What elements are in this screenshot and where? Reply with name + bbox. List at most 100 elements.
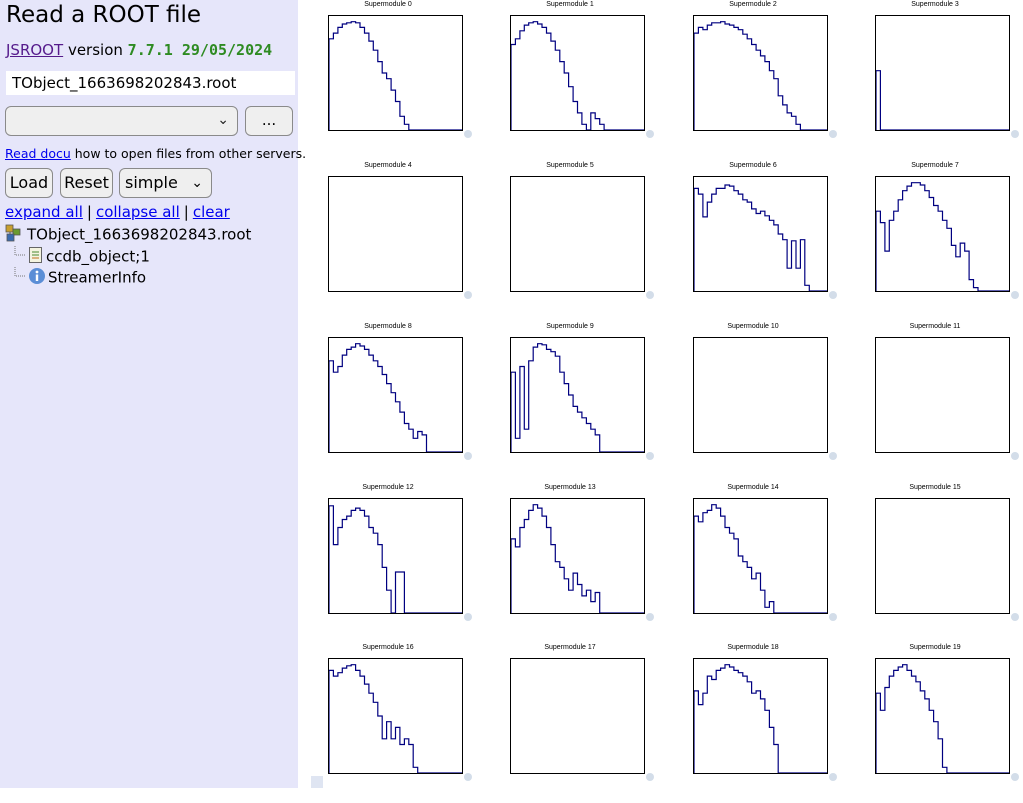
jsroot-link[interactable]: JSROOT	[6, 41, 63, 59]
pad-menu-dot[interactable]	[829, 291, 837, 299]
histogram-pad[interactable]: Supermodule 6	[663, 161, 843, 321]
pad-menu-dot[interactable]	[829, 130, 837, 138]
histogram-plot	[694, 338, 827, 452]
plot-frame	[693, 15, 828, 131]
pad-menu-dot[interactable]	[1011, 291, 1019, 299]
histogram-plot	[511, 21, 644, 130]
pad-title: Supermodule 16	[362, 644, 414, 651]
histogram-plot	[329, 505, 462, 613]
pad-title: Supermodule 5	[546, 162, 594, 169]
histogram-pad[interactable]: Supermodule 5	[480, 161, 660, 321]
collapse-all-link[interactable]: collapse all	[96, 203, 180, 221]
pad-title: Supermodule 19	[909, 644, 961, 651]
chevron-down-icon: ⌄	[217, 112, 229, 128]
plot-frame	[875, 15, 1010, 131]
pad-menu-dot[interactable]	[1011, 613, 1019, 621]
histogram-pad[interactable]: Supermodule 14	[663, 483, 843, 643]
histogram-pad[interactable]: Supermodule 15	[845, 483, 1023, 643]
histogram-pad[interactable]: Supermodule 4	[298, 161, 478, 321]
histogram-plot	[876, 499, 1009, 613]
histogram-pad[interactable]: Supermodule 0	[298, 0, 478, 160]
pad-menu-dot[interactable]	[829, 773, 837, 781]
plot-frame	[510, 176, 645, 292]
tree-root-item[interactable]: TObject_1663698202843.root	[5, 224, 251, 246]
clear-link[interactable]: clear	[193, 203, 230, 221]
plot-frame	[328, 15, 463, 131]
pad-title: Supermodule 17	[544, 644, 596, 651]
histogram-pad[interactable]: Supermodule 17	[480, 643, 660, 803]
histogram-line	[329, 21, 462, 130]
file-name-input[interactable]	[6, 71, 295, 95]
histogram-line	[694, 21, 827, 130]
resize-handle[interactable]	[311, 776, 323, 788]
plot-frame	[510, 658, 645, 774]
histogram-pad[interactable]: Supermodule 10	[663, 322, 843, 482]
histogram-pad[interactable]: Supermodule 18	[663, 643, 843, 803]
plot-frame	[693, 337, 828, 453]
histogram-line	[329, 505, 462, 613]
histogram-plot	[329, 21, 462, 130]
tree-item-label: ccdb_object;1	[46, 247, 150, 266]
pad-menu-dot[interactable]	[464, 291, 472, 299]
pad-menu-dot[interactable]	[829, 613, 837, 621]
histogram-plot	[694, 21, 827, 130]
histogram-pad[interactable]: Supermodule 13	[480, 483, 660, 643]
pad-title: Supermodule 12	[362, 484, 414, 491]
pad-menu-dot[interactable]	[1011, 452, 1019, 460]
histogram-line	[329, 343, 462, 452]
histogram-line	[694, 184, 827, 291]
histogram-plot	[511, 504, 644, 613]
version-line: JSROOT version 7.7.1 29/05/2024	[6, 41, 272, 59]
object-icon	[28, 246, 44, 268]
browse-button[interactable]: ...	[245, 106, 293, 136]
histogram-pad[interactable]: Supermodule 16	[298, 643, 478, 803]
pad-menu-dot[interactable]	[464, 452, 472, 460]
pad-title: Supermodule 14	[727, 484, 779, 491]
pad-title: Supermodule 15	[909, 484, 961, 491]
plot-frame	[875, 337, 1010, 453]
pad-menu-dot[interactable]	[646, 613, 654, 621]
pad-menu-dot[interactable]	[1011, 130, 1019, 138]
pad-menu-dot[interactable]	[464, 130, 472, 138]
pad-menu-dot[interactable]	[646, 773, 654, 781]
histogram-pad[interactable]: Supermodule 12	[298, 483, 478, 643]
histogram-pad[interactable]: Supermodule 11	[845, 322, 1023, 482]
pad-menu-dot[interactable]	[464, 613, 472, 621]
histogram-pad[interactable]: Supermodule 2	[663, 0, 843, 160]
pad-menu-dot[interactable]	[464, 773, 472, 781]
file-select[interactable]: ⌄	[5, 106, 238, 136]
pad-title: Supermodule 10	[727, 323, 779, 330]
reset-button[interactable]: Reset	[60, 168, 113, 198]
histogram-pad[interactable]: Supermodule 3	[845, 0, 1023, 160]
layout-select[interactable]: simple ⌄	[119, 168, 212, 198]
histogram-pad[interactable]: Supermodule 19	[845, 643, 1023, 803]
pad-menu-dot[interactable]	[646, 452, 654, 460]
plot-frame	[328, 176, 463, 292]
plot-frame	[510, 337, 645, 453]
histogram-pad[interactable]: Supermodule 7	[845, 161, 1023, 321]
pad-menu-dot[interactable]	[646, 291, 654, 299]
histogram-pad[interactable]: Supermodule 8	[298, 322, 478, 482]
pad-title: Supermodule 6	[729, 162, 777, 169]
load-button[interactable]: Load	[5, 168, 53, 198]
left-panel: Read a ROOT file JSROOT version 7.7.1 29…	[0, 0, 306, 788]
tree-item[interactable]: ccdb_object;1	[14, 246, 150, 268]
pad-menu-dot[interactable]	[646, 130, 654, 138]
histogram-plot	[511, 343, 644, 452]
histogram-line	[329, 664, 462, 773]
read-docu-link[interactable]: Read docu	[5, 146, 71, 161]
tree-item[interactable]: StreamerInfo	[14, 267, 146, 289]
plot-frame	[693, 498, 828, 614]
pad-title: Supermodule 1	[546, 1, 594, 8]
histogram-line	[511, 21, 644, 130]
pad-menu-dot[interactable]	[829, 452, 837, 460]
separator: |	[86, 203, 92, 221]
histogram-pad[interactable]: Supermodule 1	[480, 0, 660, 160]
expand-all-link[interactable]: expand all	[5, 203, 83, 221]
docu-text: how to open files from other servers.	[74, 146, 307, 161]
plot-frame	[510, 15, 645, 131]
pad-menu-dot[interactable]	[1011, 773, 1019, 781]
histogram-plot	[876, 182, 1009, 291]
histogram-plot	[329, 664, 462, 773]
histogram-pad[interactable]: Supermodule 9	[480, 322, 660, 482]
